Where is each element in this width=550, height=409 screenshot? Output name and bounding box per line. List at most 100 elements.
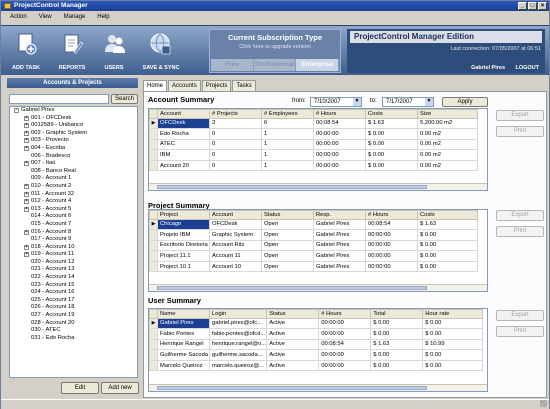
- project-export-button[interactable]: Export: [496, 210, 544, 221]
- column-header[interactable]: Account: [157, 109, 210, 119]
- row-selector[interactable]: [149, 338, 158, 351]
- tree-item[interactable]: +004 - Escriba: [10, 145, 137, 153]
- scrollbar-thumb[interactable]: [157, 185, 427, 189]
- table-row[interactable]: Edo Rocha 0 1 00:00:00 $ 0.00 0.00 m2: [149, 128, 478, 140]
- expand-icon[interactable]: +: [24, 115, 29, 121]
- tree-item[interactable]: +001 - OFCDesk: [10, 115, 137, 123]
- row-selector[interactable]: [149, 159, 158, 172]
- resize-grip[interactable]: [540, 400, 547, 407]
- table-row[interactable]: Account 20 0 1 00:00:00 $ 0.00 0.00 m2: [149, 159, 478, 172]
- row-selector[interactable]: [149, 128, 158, 140]
- column-header[interactable]: Status: [261, 210, 314, 220]
- table-row[interactable]: ▶ OFCDesk 3 6 00:08:54 $ 1.63 5,200.00 m2: [149, 117, 478, 130]
- tree-item[interactable]: +013 - Account 5: [10, 206, 137, 214]
- horizontal-scrollbar[interactable]: [149, 384, 487, 391]
- tree-item[interactable]: +0012589 - Unibanco: [10, 122, 137, 130]
- column-header[interactable]: Status: [266, 309, 320, 319]
- row-selector[interactable]: [149, 260, 158, 273]
- project-summary-grid[interactable]: Project Account Status Resp. # Hours Costs ▶ Ch…: [148, 209, 488, 292]
- table-row[interactable]: Escritorio Diretoria Account Ritz Open Gabr…: [149, 239, 478, 252]
- column-header[interactable]: Project: [157, 210, 210, 220]
- expand-icon[interactable]: +: [24, 229, 29, 235]
- tree-item[interactable]: 022 - Account 14: [10, 274, 137, 282]
- expand-icon[interactable]: +: [24, 145, 29, 151]
- user-summary-grid[interactable]: Name Login Status # Hours Total Hour rate ▶ Gab…: [148, 308, 488, 392]
- tab-tasks[interactable]: Tasks: [232, 80, 256, 91]
- row-selector[interactable]: [149, 239, 158, 252]
- account-tree[interactable]: - Gabriel Pires +001 - OFCDesk +0012589 - U…: [9, 106, 138, 378]
- column-header[interactable]: Costs: [417, 210, 478, 220]
- expand-icon[interactable]: +: [24, 199, 29, 205]
- account-export-button[interactable]: Export: [496, 110, 544, 121]
- add-new-button[interactable]: Add new: [101, 382, 139, 394]
- row-selector[interactable]: ▶: [149, 218, 158, 231]
- menu-manage[interactable]: Manage: [64, 12, 86, 23]
- tab-accounts[interactable]: Accounts: [168, 80, 201, 91]
- tree-item[interactable]: 027 - Account 19: [10, 312, 137, 320]
- account-summary-grid[interactable]: Account # Projects # Employees # Hours Costs…: [148, 108, 488, 191]
- user-export-button[interactable]: Export: [496, 310, 544, 321]
- table-row[interactable]: Henrique Rangel henrique.rangel@o... Activ…: [149, 338, 484, 351]
- tree-item[interactable]: +018 - Account 10: [10, 244, 137, 252]
- tree-item[interactable]: +010 - Account 2: [10, 183, 137, 191]
- tree-item[interactable]: +016 - Account 8: [10, 229, 137, 237]
- row-selector[interactable]: [149, 359, 158, 372]
- collapse-icon[interactable]: -: [14, 108, 19, 113]
- row-selector[interactable]: [149, 349, 158, 361]
- row-selector[interactable]: [149, 138, 158, 151]
- apply-button[interactable]: Apply: [442, 97, 488, 107]
- upgrade-link[interactable]: Click here to upgrade version: [210, 44, 340, 50]
- tree-item[interactable]: +012 - Account 4: [10, 198, 137, 206]
- plan-enterprise[interactable]: Enterprise: [296, 59, 340, 71]
- tree-item[interactable]: +007 - Itaú: [10, 160, 137, 168]
- tree-item[interactable]: 014 - Account 6: [10, 213, 137, 221]
- project-print-button[interactable]: Print: [496, 226, 544, 237]
- to-date-picker[interactable]: 7/17/2007 ▼: [382, 97, 434, 107]
- tree-item[interactable]: +011 - Account 32: [10, 191, 137, 199]
- edit-button[interactable]: Edit: [61, 382, 99, 394]
- column-header[interactable]: Hour rate: [422, 309, 484, 319]
- account-print-button[interactable]: Print: [496, 126, 544, 137]
- expand-icon[interactable]: +: [24, 130, 29, 136]
- tree-item[interactable]: 024 - Account 16: [10, 289, 137, 297]
- expand-icon[interactable]: +: [24, 252, 29, 258]
- tree-item[interactable]: 017 - Account 9: [10, 236, 137, 244]
- expand-icon[interactable]: +: [24, 183, 29, 189]
- tree-item[interactable]: 008 - Banco Real: [10, 168, 137, 176]
- expand-icon[interactable]: +: [24, 138, 29, 144]
- column-header[interactable]: Resp.: [313, 210, 366, 220]
- table-row[interactable]: Fabio Pontes fabio.pontes@ofcd... Active 00…: [149, 328, 484, 340]
- column-header[interactable]: # Projects: [209, 109, 262, 119]
- tree-item[interactable]: 023 - Account 15: [10, 282, 137, 290]
- tree-item[interactable]: 030 - ATEC: [10, 327, 137, 335]
- logout-link[interactable]: LOGOUT: [515, 65, 539, 71]
- table-row[interactable]: ▶ Chicago OFCDesk Open Gabriel Pires 00:08:54…: [149, 218, 478, 231]
- table-row[interactable]: ATEC 0 1 00:00:00 $ 0.00 0.00 m2: [149, 138, 478, 151]
- scrollbar-thumb[interactable]: [157, 386, 427, 390]
- column-header[interactable]: Total: [370, 309, 424, 319]
- menu-view[interactable]: View: [39, 12, 52, 23]
- row-selector[interactable]: [149, 328, 158, 340]
- row-selector[interactable]: ▶: [149, 117, 158, 130]
- row-selector[interactable]: ▶: [149, 317, 158, 330]
- reports-button[interactable]: REPORTS: [50, 26, 94, 76]
- table-row[interactable]: IBM 0 1 00:00:00 $ 0.00 0.00 m2: [149, 149, 478, 161]
- horizontal-scrollbar[interactable]: [149, 284, 487, 291]
- tree-item[interactable]: 028 - Account 20: [10, 320, 137, 328]
- close-button[interactable]: ×: [538, 2, 547, 10]
- tree-item[interactable]: 021 - Account 13: [10, 266, 137, 274]
- save-sync-button[interactable]: SAVE & SYNC: [137, 26, 185, 76]
- maximize-button[interactable]: □: [528, 2, 537, 10]
- user-print-button[interactable]: Print: [496, 326, 544, 337]
- tree-item[interactable]: 020 - Account 12: [10, 259, 137, 267]
- menu-action[interactable]: Action: [10, 12, 27, 23]
- column-header[interactable]: Login: [208, 309, 268, 319]
- tree-item[interactable]: +019 - Account 11: [10, 251, 137, 259]
- expand-icon[interactable]: +: [24, 191, 29, 197]
- tree-root[interactable]: - Gabriel Pires: [10, 107, 137, 115]
- column-header[interactable]: Name: [157, 309, 210, 319]
- plan-professional[interactable]: Professional: [253, 59, 297, 71]
- row-selector[interactable]: [149, 250, 158, 262]
- column-header[interactable]: # Hours: [313, 109, 366, 119]
- tree-item[interactable]: 009 - Account 1: [10, 175, 137, 183]
